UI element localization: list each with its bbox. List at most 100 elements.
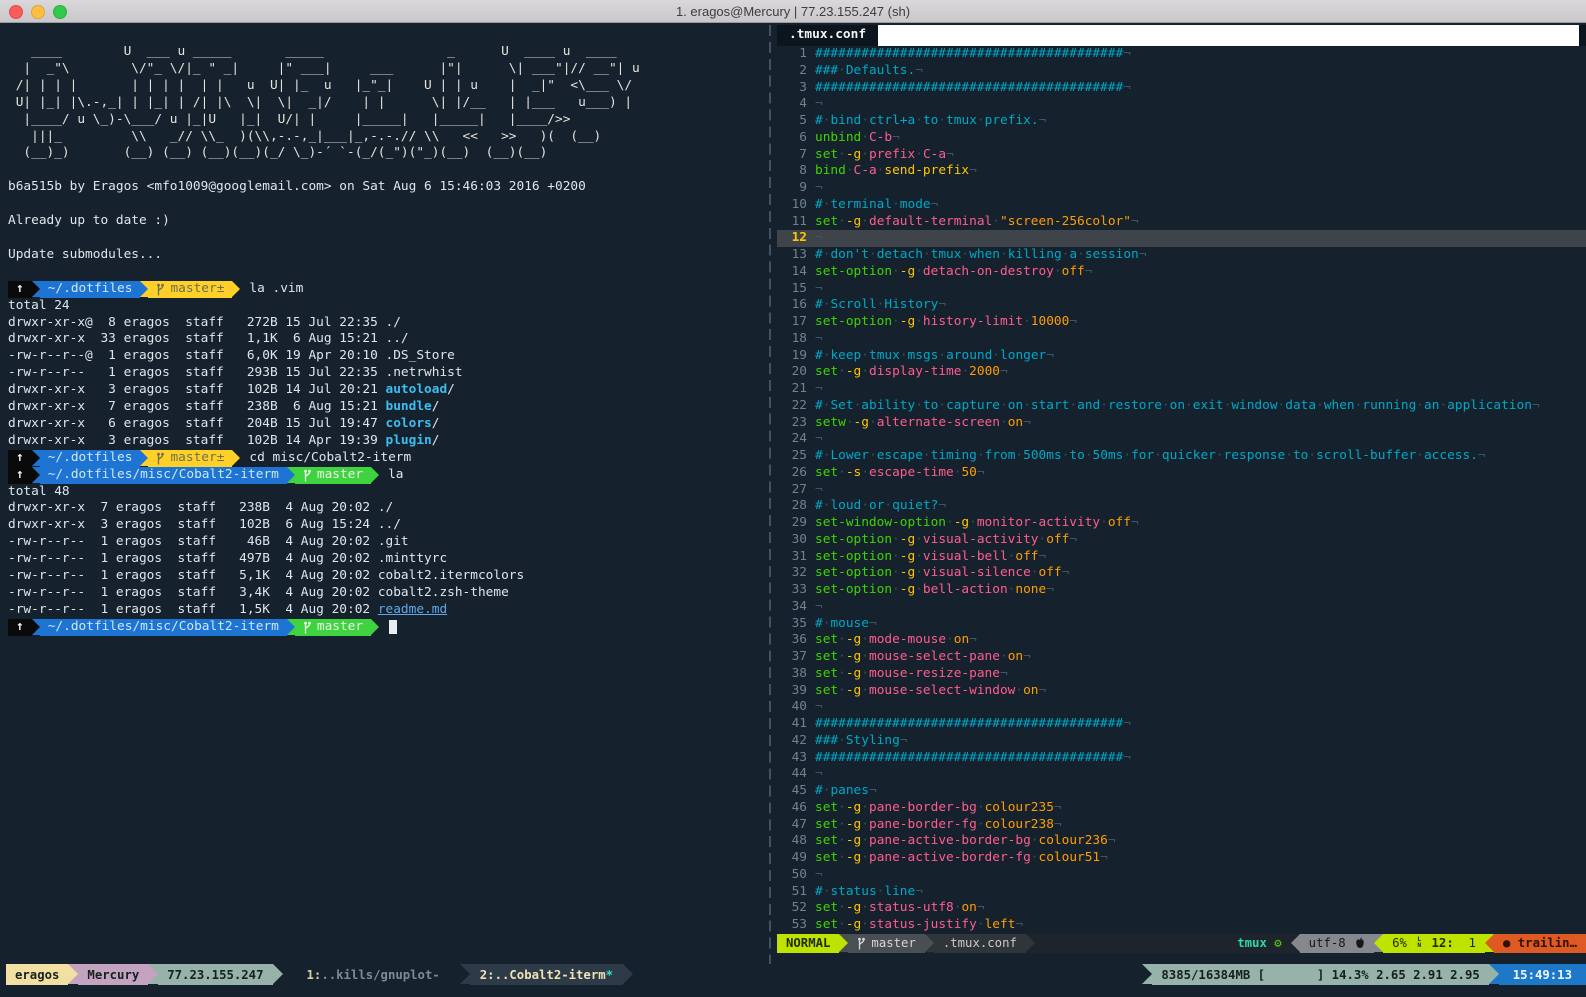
powerline-separator-icon	[148, 964, 158, 984]
token: for	[1131, 448, 1154, 463]
shell-pane[interactable]: ____ U ___ u _____ _____ _ U ____ u ____…	[0, 23, 774, 964]
tmux-window-item-active[interactable]: 2:..Cobalt2-iterm*	[470, 964, 623, 985]
whitespace-dot: ·	[915, 565, 923, 580]
line-number: 35	[777, 616, 815, 633]
file-meta: drwxr-xr-x 33 eragos staff 1,1K 6 Aug 15…	[8, 331, 386, 346]
eol-mark: ¬	[1046, 348, 1054, 363]
line-number: 9	[777, 180, 815, 197]
vim-commandline	[777, 953, 1586, 964]
powerline-separator-icon	[32, 281, 40, 297]
whitespace-dot: ·	[938, 398, 946, 413]
vim-line-text: set·-g·pane-border-bg·colour235¬	[815, 800, 1062, 817]
line-number: 41	[777, 716, 815, 733]
file-meta: -rw-r--r-- 1 eragos staff 3,4K 4 Aug 20:…	[8, 585, 378, 600]
token: #	[815, 398, 823, 413]
line-number: 21	[777, 381, 815, 398]
window-title: 1. eragos@Mercury | 77.23.155.247 (sh)	[676, 4, 910, 19]
line-number: 12	[777, 230, 815, 247]
vim-pane[interactable]: .tmux.conf 1############################…	[777, 25, 1586, 964]
tmux-status-bar: eragosMercury77.23.155.2471:..kills/gnup…	[0, 964, 1586, 985]
token: #	[815, 247, 823, 262]
vim-line-text: setw·-g·alternate-screen·on¬	[815, 415, 1031, 432]
vim-line: 8bind·C-a·send-prefix¬	[777, 163, 1586, 180]
whitespace-dot: ·	[838, 214, 846, 229]
branch-name: master	[871, 935, 915, 952]
whitespace-dot: ·	[861, 364, 869, 379]
eol-mark: ¬	[1000, 364, 1008, 379]
ascii-art-line: |____/ u \_)-\___/ u |_|U |_| U/| | |___…	[8, 112, 774, 129]
encoding-label: utf-8	[1309, 935, 1353, 952]
token: and	[1077, 398, 1100, 413]
whitespace-dot: ·	[977, 800, 985, 815]
token: set	[815, 147, 838, 162]
line-number: 1	[777, 46, 815, 63]
eol-mark: ¬	[969, 632, 977, 647]
vim-tab[interactable]: .tmux.conf	[777, 25, 878, 46]
token: on	[1023, 683, 1038, 698]
vim-line-text: ¬	[815, 867, 823, 884]
branch-icon	[303, 621, 312, 634]
gear-icon: ⚙	[1274, 935, 1281, 952]
vim-line: 1#######################################…	[777, 46, 1586, 63]
vim-line: 40¬	[777, 699, 1586, 716]
vim-line-text: ¬	[815, 766, 823, 783]
whitespace-dot: ·	[977, 917, 985, 932]
token: on	[961, 900, 976, 915]
line-number: 28	[777, 498, 815, 515]
file-meta: -rw-r--r-- 1 eragos staff 5,1K 4 Aug 20:…	[8, 568, 378, 583]
whitespace-dot: ·	[1000, 247, 1008, 262]
whitespace-dot: ·	[1023, 398, 1031, 413]
eol-mark: ¬	[815, 766, 823, 781]
powerline-separator-icon	[273, 964, 283, 984]
token: panes	[830, 783, 869, 798]
line-number: 23	[777, 415, 815, 432]
token: tmux	[946, 113, 977, 128]
titlebar[interactable]: 1. eragos@Mercury | 77.23.155.247 (sh)	[0, 0, 1586, 23]
minimize-button[interactable]	[31, 5, 45, 19]
vim-line: 30set-option·-g·visual-activity·off¬	[777, 532, 1586, 549]
vim-buffer[interactable]: 1#######################################…	[777, 46, 1586, 934]
whitespace-dot: ·	[861, 900, 869, 915]
token: set	[815, 649, 838, 664]
whitespace-dot: ·	[915, 582, 923, 597]
token: -g	[900, 264, 915, 279]
ascii-art-line: /| | | | | | | | | | u U| |_ u |_"_| U |…	[8, 78, 774, 95]
file-meta: drwxr-xr-x 6 eragos staff 204B 15 Jul 19…	[8, 416, 386, 431]
dir-name: plugin	[386, 433, 432, 448]
token: setw	[815, 415, 846, 430]
token: #	[815, 884, 823, 899]
token: prefix.	[985, 113, 1039, 128]
branch-icon	[303, 469, 312, 482]
line-number: 14	[777, 264, 815, 281]
line-number: 48	[777, 833, 815, 850]
token: to	[923, 398, 938, 413]
close-button[interactable]	[9, 5, 23, 19]
token: default-terminal	[869, 214, 992, 229]
traffic-lights	[9, 5, 67, 19]
tmux-window-item[interactable]: 1:..kills/gnuplot-	[297, 964, 450, 985]
powerline-separator-icon	[287, 619, 295, 635]
eol-mark: ¬	[815, 281, 823, 296]
eol-mark: ¬	[869, 616, 877, 631]
vim-line: 7set·-g·prefix·C-a¬	[777, 147, 1586, 164]
eol-mark: ¬	[1039, 113, 1047, 128]
token: set	[815, 917, 838, 932]
whitespace-dot: ·	[838, 147, 846, 162]
line-number: 52	[777, 900, 815, 917]
token: set	[815, 364, 838, 379]
tmux-pane-divider[interactable]	[769, 25, 771, 964]
terminal-line	[8, 264, 774, 281]
whitespace-dot: ·	[915, 549, 923, 564]
whitespace-dot: ·	[861, 130, 869, 145]
token: mode-mouse	[869, 632, 946, 647]
eol-mark: ¬	[1046, 582, 1054, 597]
vim-line-text: set-window-option·-g·monitor-activity·of…	[815, 515, 1139, 532]
fullscreen-button[interactable]	[53, 5, 67, 19]
vim-tabline: .tmux.conf	[777, 25, 1586, 46]
token: pane-active-border-bg	[869, 833, 1031, 848]
whitespace-dot: ·	[992, 214, 1000, 229]
powerline-separator-icon	[623, 964, 633, 984]
vim-line: 22#·Set·ability·to·capture·on·start·and·…	[777, 398, 1586, 415]
token: Styling	[846, 733, 900, 748]
vim-line-text: unbind·C-b¬	[815, 130, 900, 147]
